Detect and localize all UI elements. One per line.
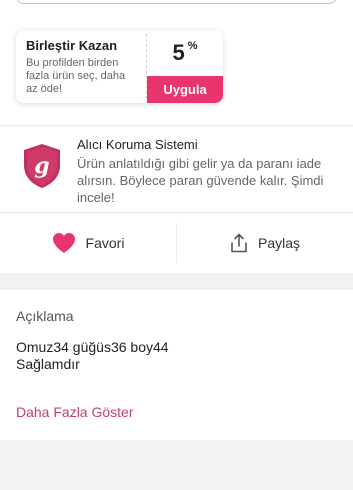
section-gap <box>0 273 353 290</box>
action-bar: Favori Paylaş <box>0 213 353 273</box>
percent-symbol: % <box>187 40 198 52</box>
description-title: Açıklama <box>16 308 74 324</box>
bundle-campaign-card[interactable]: Birleştir Kazan Bu profilden birden fazl… <box>16 30 223 103</box>
description-body: Omuz34 güğüs36 boy44 Sağlamdır <box>16 339 169 373</box>
show-more-link[interactable]: Daha Fazla Göster <box>16 404 134 420</box>
favorite-label: Favori <box>85 235 125 251</box>
protection-text: Ürün anlatıldığı gibi gelir ya da paranı… <box>77 156 324 205</box>
campaign-title: Birleştir Kazan <box>26 38 118 53</box>
share-icon <box>231 233 247 253</box>
heart-icon <box>52 233 75 253</box>
previous-card-edge <box>0 0 353 10</box>
discount-value: 5 <box>172 40 185 65</box>
buyer-protection-banner[interactable]: g Alıcı Koruma Sistemi Ürün anlatıldığı … <box>0 126 353 212</box>
share-button[interactable]: Paylaş <box>177 213 353 273</box>
protection-title: Alıcı Koruma Sistemi <box>77 137 198 152</box>
description-section: Açıklama Omuz34 güğüs36 boy44 Sağlamdır … <box>0 290 353 440</box>
previous-card-border <box>16 0 337 4</box>
svg-text:g: g <box>34 153 49 179</box>
apply-button[interactable]: Uygula <box>147 76 223 103</box>
bottom-section-gap <box>0 440 353 490</box>
description-line: Sağlamdır <box>16 356 80 372</box>
campaign-discount: 5% Uygula <box>147 30 223 103</box>
campaign-info: Birleştir Kazan Bu profilden birden fazl… <box>16 30 146 103</box>
discount-percent: 5% <box>147 40 223 66</box>
campaign-description: Bu profilden birden fazla ürün seç, daha… <box>26 57 126 95</box>
shield-g-icon: g <box>24 144 60 188</box>
favorite-button[interactable]: Favori <box>0 213 176 273</box>
share-label: Paylaş <box>257 235 301 251</box>
description-line: Omuz34 güğüs36 boy44 <box>16 339 169 355</box>
